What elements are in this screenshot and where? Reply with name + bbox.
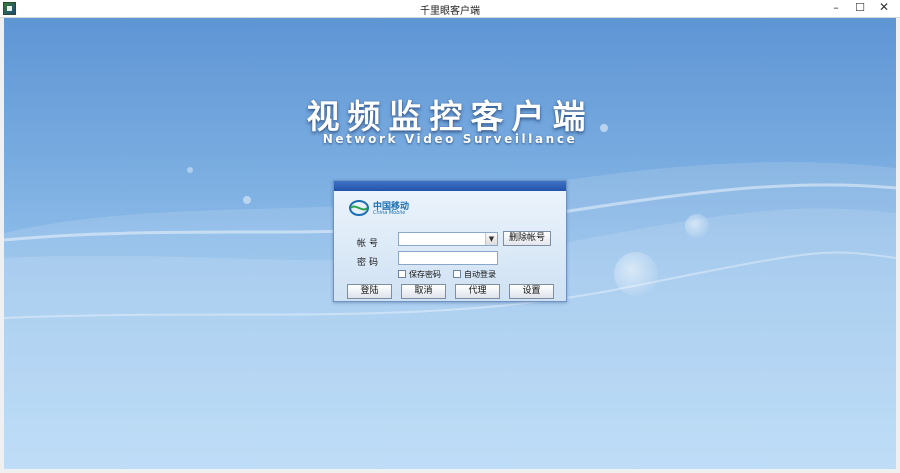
panel-header-bar: [334, 181, 566, 191]
account-input[interactable]: [399, 233, 485, 245]
proxy-button[interactable]: 代理: [455, 284, 500, 299]
settings-button[interactable]: 设置: [509, 284, 554, 299]
chevron-down-icon[interactable]: ▼: [485, 233, 497, 245]
remember-password-label[interactable]: 保存密码: [409, 269, 441, 280]
maximize-button[interactable]: ☐: [850, 0, 870, 17]
account-label: 帐号: [357, 239, 382, 249]
client-area: 视频监控客户端 Network Video Surveillance 中国移动 …: [4, 18, 896, 469]
auto-login-box[interactable]: [453, 270, 461, 278]
account-combobox[interactable]: ▼: [398, 232, 498, 246]
remember-password-box[interactable]: [398, 270, 406, 278]
app-subtitle: Network Video Surveillance: [322, 132, 578, 146]
password-label: 密码: [357, 258, 382, 268]
title-bar: 千里眼客户端 – ☐ ✕: [0, 0, 900, 18]
close-button[interactable]: ✕: [874, 0, 894, 17]
delete-account-button[interactable]: 删除帐号: [503, 231, 551, 246]
logo-en-text: China Mobile: [373, 210, 406, 216]
login-panel: 中国移动 China Mobile 帐号 ▼ 删除帐号 密码 保存密码 自动登录…: [333, 180, 567, 302]
china-mobile-logo-icon: [349, 200, 369, 216]
login-button[interactable]: 登陆: [347, 284, 392, 299]
auto-login-label[interactable]: 自动登录: [464, 269, 496, 280]
app-headline: 视频监控客户端: [306, 97, 594, 136]
china-mobile-logo: 中国移动 China Mobile: [348, 197, 418, 219]
cancel-button[interactable]: 取消: [401, 284, 446, 299]
window-title: 千里眼客户端: [420, 6, 480, 17]
minimize-button[interactable]: –: [826, 0, 846, 17]
password-input[interactable]: [398, 251, 498, 265]
